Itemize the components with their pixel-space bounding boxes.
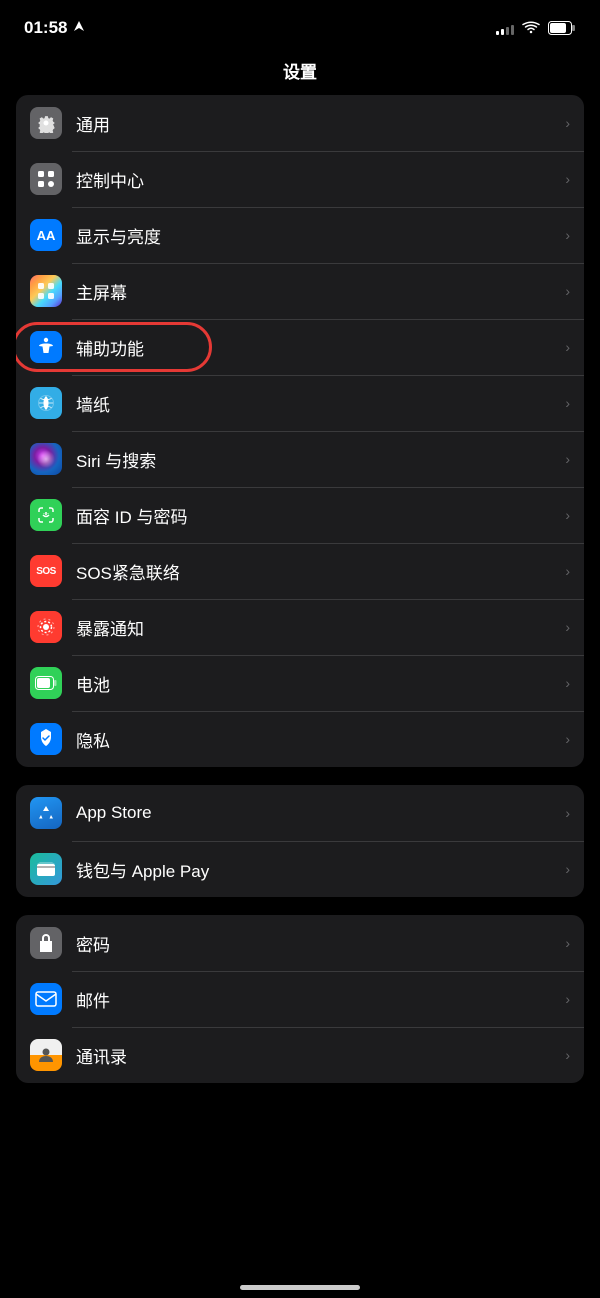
status-icons bbox=[496, 21, 576, 35]
settings-row-passwords[interactable]: 密码 › bbox=[16, 915, 584, 971]
accessibility-icon bbox=[30, 331, 62, 363]
sos-label: SOS紧急联络 bbox=[76, 559, 565, 584]
privacy-label: 隐私 bbox=[76, 727, 565, 752]
faceid-chevron: › bbox=[565, 507, 570, 523]
control-center-label: 控制中心 bbox=[76, 167, 565, 192]
siri-chevron: › bbox=[565, 451, 570, 467]
mail-chevron: › bbox=[565, 991, 570, 1007]
exposure-label: 暴露通知 bbox=[76, 615, 565, 640]
control-center-chevron: › bbox=[565, 171, 570, 187]
contacts-icon bbox=[30, 1039, 62, 1071]
contacts-chevron: › bbox=[565, 1047, 570, 1063]
settings-row-home-screen[interactable]: 主屏幕 › bbox=[16, 263, 584, 319]
faceid-label: 面容 ID 与密码 bbox=[76, 503, 565, 528]
settings-row-wallet[interactable]: 钱包与 Apple Pay › bbox=[16, 841, 584, 897]
exposure-chevron: › bbox=[565, 619, 570, 635]
siri-label: Siri 与搜索 bbox=[76, 447, 565, 472]
display-icon: AA bbox=[30, 219, 62, 251]
accessibility-chevron: › bbox=[565, 339, 570, 355]
settings-row-faceid[interactable]: 面容 ID 与密码 › bbox=[16, 487, 584, 543]
settings-row-general[interactable]: 通用 › bbox=[16, 95, 584, 151]
settings-row-control-center[interactable]: 控制中心 › bbox=[16, 151, 584, 207]
wifi-icon bbox=[522, 21, 540, 35]
settings-container: 通用 › 控制中心 › AA 显示与亮度 › bbox=[0, 95, 600, 1083]
wallet-label: 钱包与 Apple Pay bbox=[76, 857, 565, 882]
battery-label: 电池 bbox=[76, 671, 565, 696]
battery-chevron: › bbox=[565, 675, 570, 691]
exposure-icon bbox=[30, 611, 62, 643]
mail-icon bbox=[30, 983, 62, 1015]
page-title: 设置 bbox=[0, 50, 600, 95]
wallet-chevron: › bbox=[565, 861, 570, 877]
general-icon bbox=[30, 107, 62, 139]
home-screen-chevron: › bbox=[565, 283, 570, 299]
settings-row-siri[interactable]: Siri 与搜索 › bbox=[16, 431, 584, 487]
settings-row-battery[interactable]: 电池 › bbox=[16, 655, 584, 711]
appstore-chevron: › bbox=[565, 805, 570, 821]
settings-row-exposure[interactable]: 暴露通知 › bbox=[16, 599, 584, 655]
settings-row-accessibility[interactable]: 辅助功能 › bbox=[16, 319, 584, 375]
wallpaper-label: 墙纸 bbox=[76, 391, 565, 416]
settings-row-privacy[interactable]: 隐私 › bbox=[16, 711, 584, 767]
passwords-chevron: › bbox=[565, 935, 570, 951]
settings-row-appstore[interactable]: App Store › bbox=[16, 785, 584, 841]
sos-icon: SOS bbox=[30, 555, 62, 587]
settings-row-display[interactable]: AA 显示与亮度 › bbox=[16, 207, 584, 263]
privacy-icon bbox=[30, 723, 62, 755]
status-time: 01:58 bbox=[24, 18, 85, 38]
time-display: 01:58 bbox=[24, 18, 67, 38]
display-chevron: › bbox=[565, 227, 570, 243]
settings-row-sos[interactable]: SOS SOS紧急联络 › bbox=[16, 543, 584, 599]
general-label: 通用 bbox=[76, 111, 565, 136]
passwords-label: 密码 bbox=[76, 931, 565, 956]
accessibility-label: 辅助功能 bbox=[76, 335, 565, 360]
settings-row-mail[interactable]: 邮件 › bbox=[16, 971, 584, 1027]
sos-chevron: › bbox=[565, 563, 570, 579]
display-label: 显示与亮度 bbox=[76, 223, 565, 248]
settings-group-3: 密码 › 邮件 › 通讯录 › bbox=[16, 915, 584, 1083]
location-icon bbox=[73, 21, 85, 35]
wallpaper-chevron: › bbox=[565, 395, 570, 411]
wallpaper-icon bbox=[30, 387, 62, 419]
general-chevron: › bbox=[565, 115, 570, 131]
home-indicator bbox=[240, 1285, 360, 1290]
battery-icon bbox=[548, 21, 576, 35]
settings-group-1: 通用 › 控制中心 › AA 显示与亮度 › bbox=[16, 95, 584, 767]
passwords-icon bbox=[30, 927, 62, 959]
appstore-icon bbox=[30, 797, 62, 829]
control-center-icon bbox=[30, 163, 62, 195]
faceid-icon bbox=[30, 499, 62, 531]
status-bar: 01:58 bbox=[0, 0, 600, 50]
siri-icon bbox=[30, 443, 62, 475]
settings-row-wallpaper[interactable]: 墙纸 › bbox=[16, 375, 584, 431]
wallet-icon bbox=[30, 853, 62, 885]
settings-row-contacts[interactable]: 通讯录 › bbox=[16, 1027, 584, 1083]
privacy-chevron: › bbox=[565, 731, 570, 747]
signal-icon bbox=[496, 21, 514, 35]
battery-row-icon bbox=[30, 667, 62, 699]
appstore-label: App Store bbox=[76, 803, 565, 823]
mail-label: 邮件 bbox=[76, 987, 565, 1012]
home-screen-label: 主屏幕 bbox=[76, 279, 565, 304]
home-screen-icon bbox=[30, 275, 62, 307]
settings-group-2: App Store › 钱包与 Apple Pay › bbox=[16, 785, 584, 897]
contacts-label: 通讯录 bbox=[76, 1043, 565, 1068]
